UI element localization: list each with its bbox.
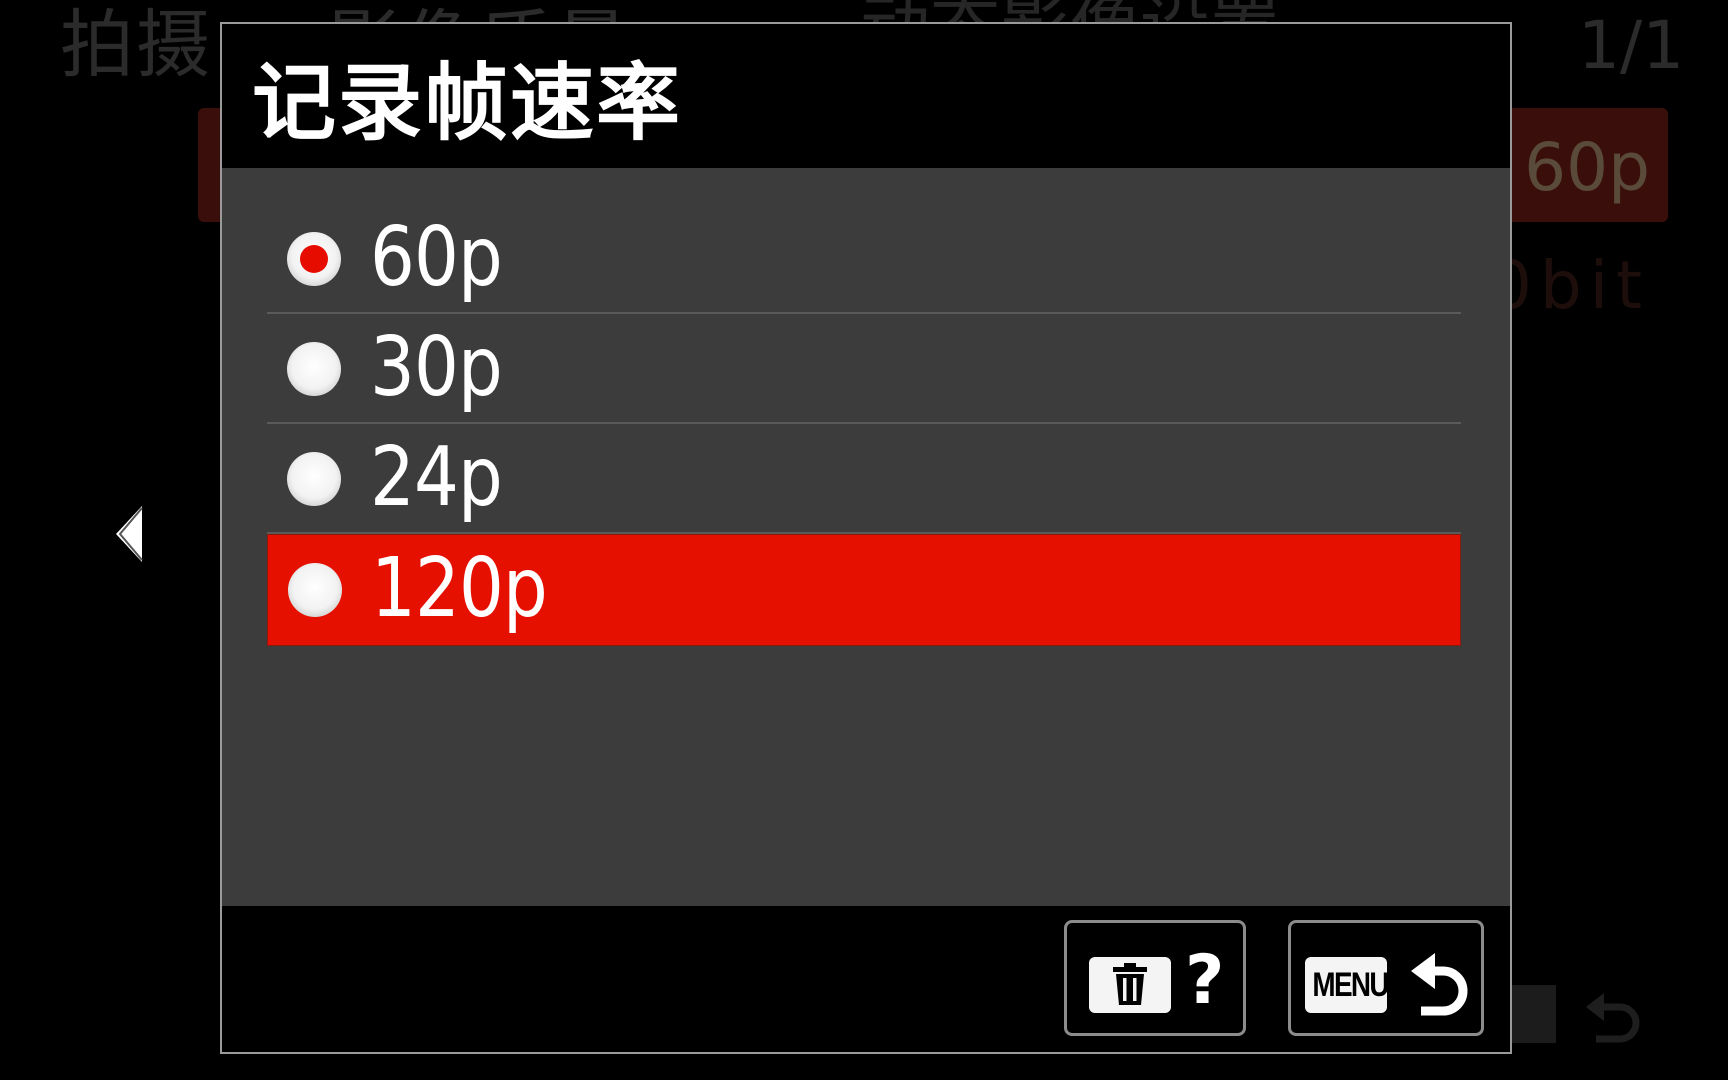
option-30p[interactable]: 30p — [267, 314, 1461, 424]
camera-menu-screen: 拍摄 > 影像质量 动态影像设置 1/1 60p 10bit 记录帧速率 60p — [0, 0, 1728, 1080]
radio-button-icon[interactable] — [287, 452, 341, 506]
menu-chip: MENU — [1305, 957, 1387, 1013]
dialog-body: 60p 30p 24p 120p — [222, 168, 1510, 906]
frame-rate-option-list: 60p 30p 24p 120p — [267, 204, 1461, 646]
trash-chip — [1089, 957, 1171, 1013]
option-24p[interactable]: 24p — [267, 424, 1461, 534]
background-selected-row-value: 60p — [1524, 129, 1650, 206]
help-icon: ? — [1185, 941, 1225, 1020]
left-arrow-icon[interactable] — [112, 506, 150, 562]
frame-rate-dialog: 记录帧速率 60p 30p 24p 120p ? MENU — [220, 22, 1512, 1054]
background-menu-return-hint — [1500, 985, 1650, 1045]
option-label: 120p — [371, 541, 548, 636]
option-120p[interactable]: 120p — [267, 534, 1461, 646]
trash-icon — [1113, 963, 1147, 1005]
dialog-footer: ? MENU — [222, 906, 1510, 1052]
background-return-icon — [1586, 993, 1640, 1043]
radio-button-icon[interactable] — [287, 232, 341, 286]
option-60p[interactable]: 60p — [267, 204, 1461, 314]
menu-chip-label: MENU — [1312, 966, 1387, 1004]
menu-back-button[interactable]: MENU — [1288, 920, 1484, 1036]
radio-button-icon[interactable] — [288, 563, 342, 617]
background-page-indicator: 1/1 — [1578, 7, 1685, 84]
option-label: 60p — [370, 210, 503, 305]
radio-button-icon[interactable] — [287, 342, 341, 396]
option-label: 30p — [370, 320, 503, 415]
dialog-header: 记录帧速率 — [222, 24, 1510, 168]
delete-help-button[interactable]: ? — [1064, 920, 1246, 1036]
option-label: 24p — [370, 430, 503, 525]
radio-checked-dot — [300, 245, 328, 273]
dialog-title: 记录帧速率 — [252, 54, 683, 152]
return-arrow-icon — [1411, 953, 1468, 1016]
